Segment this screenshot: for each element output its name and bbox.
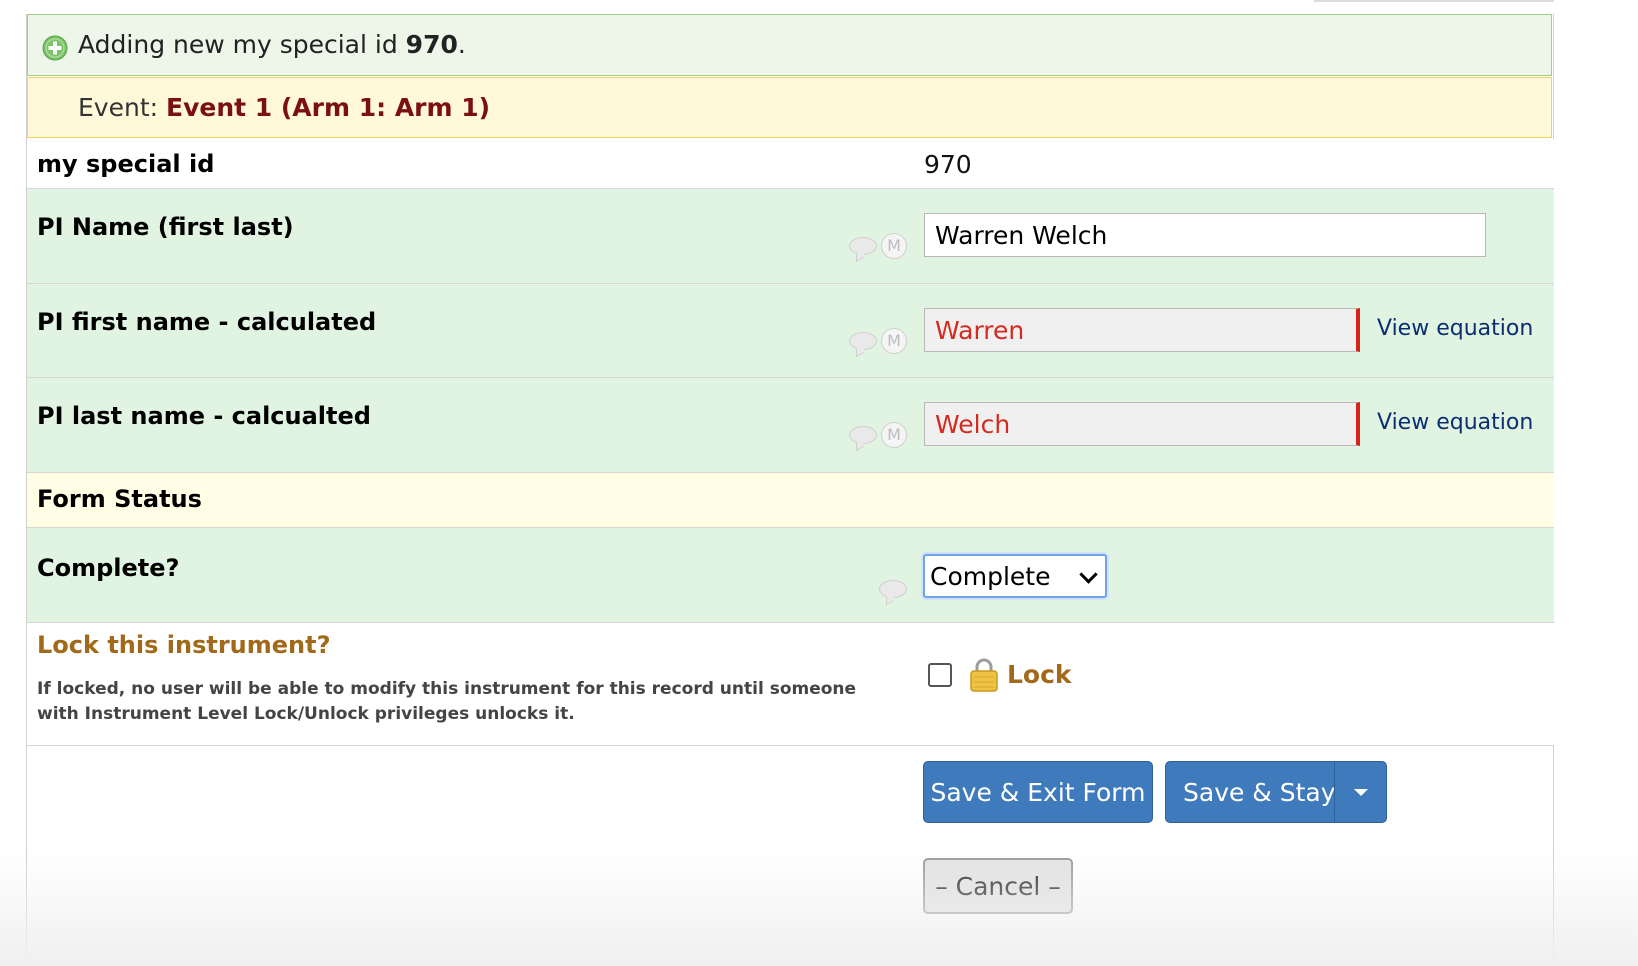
- row-pi-last: PI last name - calcualted M Welch View e…: [27, 378, 1554, 473]
- save-stay-button-group: Save & Stay: [1165, 761, 1387, 823]
- view-equation-link[interactable]: View equation: [1377, 410, 1533, 435]
- event-banner: Event: Event 1 (Arm 1: Arm 1): [27, 77, 1552, 138]
- pi-first-label: PI first name - calculated: [37, 308, 377, 336]
- pi-name-input[interactable]: Warren Welch: [924, 213, 1486, 257]
- event-label: Event:: [78, 93, 166, 122]
- comment-icon[interactable]: [849, 237, 877, 255]
- comment-icon[interactable]: [849, 426, 877, 444]
- event-name: Event 1 (Arm 1: Arm 1): [166, 93, 491, 122]
- form-status-title: Form Status: [37, 485, 202, 513]
- row-pi-first: PI first name - calculated M Warren View…: [27, 284, 1554, 378]
- save-stay-button[interactable]: Save & Stay: [1183, 778, 1336, 807]
- lock-title: Lock this instrument?: [37, 631, 331, 659]
- comment-icon[interactable]: [849, 332, 877, 350]
- row-pi-name: PI Name (first last) M Warren Welch: [27, 189, 1554, 284]
- new-record-suffix: .: [457, 30, 466, 59]
- padlock-icon: [970, 658, 998, 692]
- event-text: Event: Event 1 (Arm 1: Arm 1): [78, 93, 490, 122]
- complete-status-select[interactable]: Complete: [923, 554, 1107, 598]
- row-complete: Complete? Complete: [27, 528, 1554, 623]
- pi-name-label: PI Name (first last): [37, 213, 294, 241]
- lock-checkbox[interactable]: [928, 663, 952, 687]
- chevron-down-icon: [1079, 565, 1098, 584]
- field-icons: M: [849, 328, 911, 356]
- field-icons: M: [849, 422, 911, 450]
- cancel-button[interactable]: – Cancel –: [923, 858, 1073, 914]
- field-icons: M: [849, 233, 911, 261]
- form-status-header: Form Status: [27, 473, 1554, 528]
- new-record-text: Adding new my special id 970.: [78, 30, 466, 59]
- pi-last-calc-field[interactable]: Welch: [924, 402, 1360, 446]
- special-id-value: 970: [924, 150, 972, 179]
- special-id-label: my special id: [37, 150, 215, 178]
- add-circle-icon: [42, 35, 68, 61]
- save-options-dropdown[interactable]: [1335, 762, 1387, 822]
- record-id: 970: [405, 30, 458, 59]
- lock-label: Lock: [1007, 660, 1072, 689]
- row-lock: Lock this instrument? If locked, no user…: [27, 623, 1554, 746]
- new-record-prefix: Adding new my special id: [78, 30, 406, 59]
- complete-selected-value: Complete: [930, 561, 1051, 591]
- complete-label: Complete?: [37, 554, 180, 582]
- view-equation-link[interactable]: View equation: [1377, 316, 1533, 341]
- top-edge-line: [1314, 0, 1554, 2]
- caret-down-icon: [1354, 788, 1368, 796]
- new-record-banner: Adding new my special id 970.: [27, 14, 1552, 76]
- pi-first-calc-field[interactable]: Warren: [924, 308, 1360, 352]
- lock-description: If locked, no user will be able to modif…: [37, 679, 857, 724]
- missing-data-icon[interactable]: M: [881, 422, 907, 448]
- save-exit-button[interactable]: Save & Exit Form: [923, 761, 1153, 823]
- missing-data-icon[interactable]: M: [881, 233, 907, 259]
- row-special-id: my special id 970: [27, 139, 1554, 189]
- missing-data-icon[interactable]: M: [881, 328, 907, 354]
- comment-icon[interactable]: [879, 580, 907, 598]
- pi-last-label: PI last name - calcualted: [37, 402, 371, 430]
